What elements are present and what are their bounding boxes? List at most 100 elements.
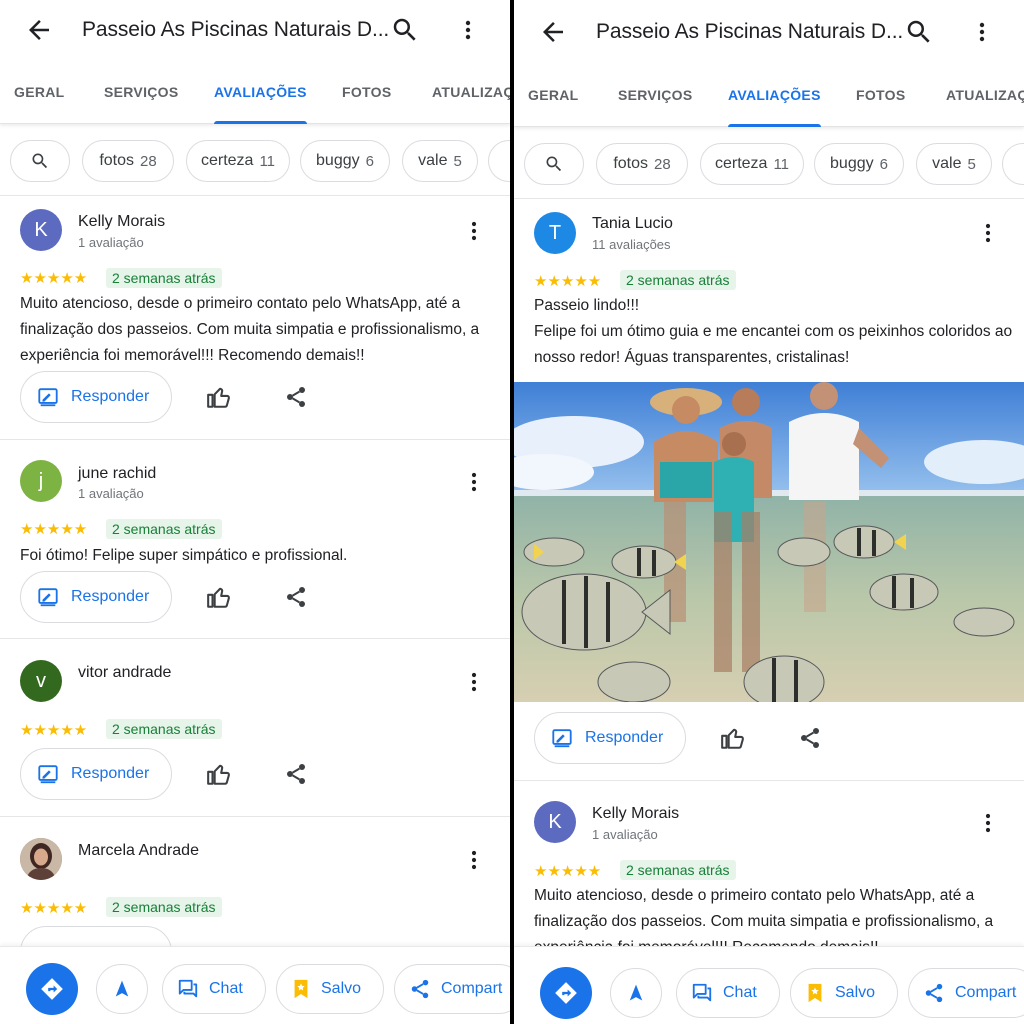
reply-button[interactable]: Responder: [20, 371, 172, 423]
reply-button[interactable]: Responder: [20, 571, 172, 623]
chip-label: certeza: [714, 155, 768, 172]
share-icon[interactable]: [284, 385, 308, 409]
chip-fotos[interactable]: fotos 28: [82, 140, 174, 182]
avatar[interactable]: K: [20, 209, 62, 251]
chat-label: Chat: [209, 980, 243, 997]
more-vert-icon[interactable]: [462, 470, 486, 494]
review-text: Felipe foi um ótimo guia e me encantei c…: [534, 323, 1013, 366]
search-icon[interactable]: [390, 15, 420, 45]
screenshot-stage: Passeio As Piscinas Naturais D... GERAL …: [0, 0, 1024, 1024]
back-arrow-icon[interactable]: [24, 15, 54, 45]
reviewer-name[interactable]: Marcela Andrade: [78, 842, 199, 860]
chip-label: buggy: [316, 152, 360, 169]
tab-avaliacoes[interactable]: AVALIAÇÕES: [214, 60, 307, 124]
thumbs-up-icon[interactable]: [206, 384, 232, 410]
thumbs-up-icon[interactable]: [206, 584, 232, 610]
more-vert-icon[interactable]: [976, 811, 1000, 835]
chip-label: vale: [932, 155, 962, 172]
back-arrow-icon[interactable]: [538, 17, 568, 47]
share-label: Compart: [441, 980, 503, 997]
share-icon[interactable]: [284, 762, 308, 786]
start-navigation-button[interactable]: [96, 964, 148, 1014]
chip-count: 6: [365, 152, 374, 170]
directions-button[interactable]: [26, 963, 78, 1015]
tab-atualizacoes[interactable]: ATUALIZAÇ: [946, 63, 1024, 127]
share-label: Compart: [955, 984, 1017, 1001]
directions-icon: [41, 978, 63, 1000]
avatar[interactable]: v: [20, 660, 62, 702]
chip-vale[interactable]: vale 5: [916, 143, 992, 185]
reviewer-name[interactable]: Kelly Morais: [78, 213, 165, 231]
review-photo[interactable]: [514, 382, 1024, 702]
start-navigation-button[interactable]: [610, 968, 662, 1018]
avatar[interactable]: T: [534, 212, 576, 254]
chip-search[interactable]: [10, 140, 70, 182]
review-card: v vitor andrade ★★★★★ 2 semanas atrás Re…: [0, 648, 510, 816]
chip-partial[interactable]: [1002, 143, 1024, 185]
reviewer-name[interactable]: vitor andrade: [78, 664, 171, 682]
chip-search[interactable]: [524, 143, 584, 185]
more-vert-icon[interactable]: [456, 15, 480, 45]
review-card: Marcela Andrade ★★★★★ 2 semanas atrás: [0, 826, 510, 946]
more-vert-icon[interactable]: [970, 17, 994, 47]
tab-fotos[interactable]: FOTOS: [856, 63, 905, 127]
avatar[interactable]: j: [20, 460, 62, 502]
more-vert-icon[interactable]: [462, 219, 486, 243]
share-icon[interactable]: [284, 585, 308, 609]
tab-geral[interactable]: GERAL: [528, 63, 579, 127]
filter-chips: fotos 28 certeza 11 buggy 6 vale 5: [0, 126, 510, 196]
tab-servicos[interactable]: SERVIÇOS: [104, 60, 179, 124]
saved-button[interactable]: Salvo: [276, 964, 384, 1014]
reply-edit-icon: [552, 729, 572, 748]
chat-button[interactable]: Chat: [676, 968, 780, 1018]
chip-buggy[interactable]: buggy 6: [814, 143, 904, 185]
reply-button[interactable]: Responder: [20, 748, 172, 800]
avatar-photo[interactable]: [20, 838, 62, 880]
reviewer-name[interactable]: Tania Lucio: [592, 215, 673, 233]
more-vert-icon[interactable]: [462, 848, 486, 872]
tab-avaliacoes[interactable]: AVALIAÇÕES: [728, 63, 821, 127]
tab-atualizacoes[interactable]: ATUALIZAÇ: [432, 60, 510, 124]
reviewer-name[interactable]: Kelly Morais: [592, 805, 679, 823]
chip-certeza[interactable]: certeza 11: [700, 143, 804, 185]
tab-servicos[interactable]: SERVIÇOS: [618, 63, 693, 127]
chip-count: 11: [259, 152, 276, 170]
more-vert-icon[interactable]: [462, 670, 486, 694]
more-vert-icon[interactable]: [976, 221, 1000, 245]
directions-button[interactable]: [540, 967, 592, 1019]
chip-label: fotos: [613, 155, 648, 172]
review-date: 2 semanas atrás: [106, 719, 222, 739]
divider: [0, 638, 510, 639]
chip-label: vale: [418, 152, 448, 169]
tab-fotos[interactable]: FOTOS: [342, 60, 391, 124]
right-phone-screen: Passeio As Piscinas Naturais D... GERAL …: [514, 0, 1024, 1024]
reply-button[interactable]: [20, 926, 172, 946]
review-date: 2 semanas atrás: [620, 860, 736, 880]
avatar[interactable]: K: [534, 801, 576, 843]
chip-count: 6: [879, 155, 888, 173]
chip-buggy[interactable]: buggy 6: [300, 140, 390, 182]
reply-label: Responder: [71, 765, 150, 782]
thumbs-up-icon[interactable]: [206, 761, 232, 787]
chip-partial[interactable]: [488, 140, 510, 182]
saved-button[interactable]: Salvo: [790, 968, 898, 1018]
reply-button[interactable]: Responder: [534, 712, 686, 764]
reviewer-name[interactable]: june rachid: [78, 465, 156, 483]
reply-edit-icon: [38, 765, 58, 784]
search-icon: [32, 153, 48, 169]
share-place-button[interactable]: Compart: [908, 968, 1024, 1018]
review-date: 2 semanas atrás: [620, 270, 736, 290]
chip-fotos[interactable]: fotos 28: [596, 143, 688, 185]
search-icon[interactable]: [904, 17, 934, 47]
chip-label: certeza: [200, 152, 254, 169]
share-place-button[interactable]: Compart: [394, 964, 510, 1014]
tab-geral[interactable]: GERAL: [14, 60, 65, 124]
review-text: Muito atencioso, desde o primeiro contat…: [20, 295, 480, 364]
chip-certeza[interactable]: certeza 11: [186, 140, 290, 182]
reviewer-review-count: 11 avaliações: [592, 237, 671, 252]
thumbs-up-icon[interactable]: [720, 725, 746, 751]
chip-vale[interactable]: vale 5: [402, 140, 478, 182]
chat-button[interactable]: Chat: [162, 964, 266, 1014]
share-icon[interactable]: [798, 726, 822, 750]
tab-bar: GERAL SERVIÇOS AVALIAÇÕES FOTOS ATUALIZA…: [0, 60, 510, 124]
